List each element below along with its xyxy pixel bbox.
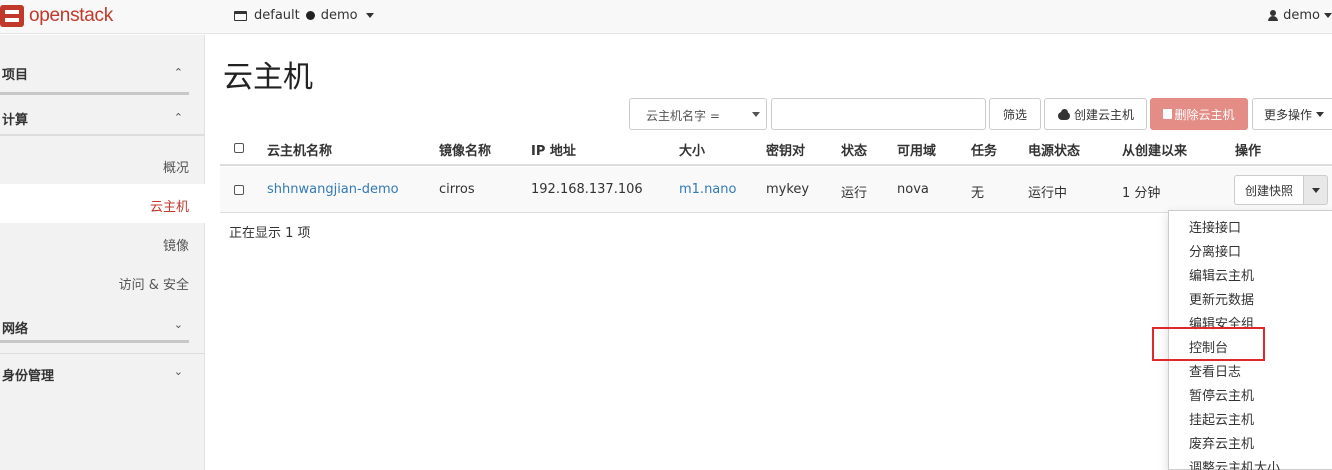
cloud-upload-icon <box>1057 108 1071 120</box>
keypair-cell: mykey <box>766 182 810 197</box>
domain-label: default <box>254 8 300 23</box>
status-cell: 运行 <box>841 186 868 201</box>
column-header[interactable]: 云主机名称 <box>267 140 332 159</box>
power-state-cell: 运行中 <box>1028 186 1068 201</box>
more-actions-button[interactable]: 更多操作 <box>1252 98 1332 130</box>
instance-name-link[interactable]: shhnwangjian-demo <box>267 182 399 197</box>
divider <box>0 353 205 354</box>
column-header[interactable]: 从创建以来 <box>1122 140 1187 159</box>
filter-field-label: 云主机名字 = <box>646 109 720 123</box>
column-header[interactable]: 任务 <box>971 140 997 159</box>
more-actions-label: 更多操作 <box>1264 107 1313 122</box>
separator-dot-icon <box>305 11 315 20</box>
row-actions-toggle[interactable] <box>1304 175 1328 205</box>
row-checkbox[interactable] <box>234 185 244 195</box>
user-name: demo <box>1283 8 1320 23</box>
brand[interactable]: openstack <box>0 4 113 28</box>
sidebar: 项目 ⌃ 计算 ⌃ 概况 云主机 镜像 访问 & 安全 网络 ⌄ 身份管理 ⌄ <box>0 35 205 470</box>
image-name-cell: cirros <box>439 182 475 197</box>
openstack-logo-icon <box>0 5 24 27</box>
chevron-down-icon <box>365 13 374 18</box>
row-action-group: 创建快照 <box>1234 175 1328 205</box>
sidebar-item-images[interactable]: 镜像 <box>0 223 205 262</box>
console-highlight-box <box>1152 327 1265 361</box>
select-all-checkbox[interactable] <box>234 143 244 153</box>
user-menu[interactable]: demo <box>1268 8 1332 23</box>
chevron-up-icon: ⌃ <box>173 66 183 79</box>
sidebar-section-label: 身份管理 <box>2 369 55 384</box>
table-row: shhnwangjian-demo cirros 192.168.137.106… <box>220 167 1332 213</box>
filter-button-label: 筛选 <box>1002 107 1027 122</box>
chevron-down-icon <box>1316 111 1325 117</box>
menu-item-resize-instance[interactable]: 调整云主机大小 <box>1189 457 1280 470</box>
chevron-up-icon: ⌃ <box>173 111 183 124</box>
column-header[interactable]: 大小 <box>679 140 705 159</box>
menu-item-suspend-instance[interactable]: 挂起云主机 <box>1189 409 1254 428</box>
sidebar-item-label: 概况 <box>162 161 189 176</box>
user-icon <box>1268 10 1279 21</box>
column-header[interactable]: IP 地址 <box>531 140 576 159</box>
column-header[interactable]: 镜像名称 <box>439 140 491 159</box>
divider <box>0 134 205 136</box>
create-snapshot-button[interactable]: 创建快照 <box>1234 175 1304 205</box>
delete-instances-label: 删除云主机 <box>1174 107 1235 122</box>
menu-item-edit-instance[interactable]: 编辑云主机 <box>1189 265 1254 284</box>
chevron-down-icon: ⌄ <box>173 318 183 331</box>
project-label: demo <box>320 8 358 23</box>
menu-item-update-metadata[interactable]: 更新元数据 <box>1189 289 1254 308</box>
chevron-down-icon <box>1311 187 1320 193</box>
column-header: 操作 <box>1235 144 1262 159</box>
menu-item-pause-instance[interactable]: 暂停云主机 <box>1189 385 1254 404</box>
page-title: 云主机 <box>223 60 313 95</box>
brand-name: openstack <box>29 5 113 26</box>
column-header[interactable]: 密钥对 <box>766 140 805 159</box>
column-header[interactable]: 状态 <box>841 140 867 159</box>
chevron-down-icon <box>1324 13 1332 18</box>
create-snapshot-label: 创建快照 <box>1244 183 1293 198</box>
menu-item-shelve-instance[interactable]: 废弃云主机 <box>1189 433 1254 452</box>
sidebar-section-label: 网络 <box>2 322 29 337</box>
sidebar-item-access-security[interactable]: 访问 & 安全 <box>0 262 205 301</box>
ip-address-cell: 192.168.137.106 <box>531 182 643 197</box>
sidebar-item-instances[interactable]: 云主机 <box>0 184 205 223</box>
chevron-down-icon <box>752 112 760 117</box>
menu-item-view-log[interactable]: 查看日志 <box>1189 361 1241 380</box>
flavor-link[interactable]: m1.nano <box>679 182 736 197</box>
filter-field-select[interactable]: 云主机名字 = <box>629 98 767 130</box>
delete-instances-button[interactable]: 删除云主机 <box>1150 98 1248 130</box>
sidebar-item-overview[interactable]: 概况 <box>0 145 205 184</box>
menu-item-attach-interface[interactable]: 连接接口 <box>1189 217 1241 236</box>
filter-button[interactable]: 筛选 <box>989 98 1041 130</box>
top-navbar: openstack default demo demo <box>0 0 1332 34</box>
availability-zone-cell: nova <box>897 182 929 197</box>
sidebar-item-label: 云主机 <box>149 200 189 215</box>
age-cell: 1 分钟 <box>1122 186 1161 201</box>
create-instance-button[interactable]: 创建云主机 <box>1044 98 1147 130</box>
table-header: 云主机名称 镜像名称 IP 地址 大小 密钥对 状态 可用域 任务 电源状态 从… <box>220 130 1332 166</box>
column-header[interactable]: 可用域 <box>897 140 936 159</box>
filter-input[interactable] <box>771 98 986 130</box>
task-cell: 无 <box>971 186 985 201</box>
project-icon <box>234 10 247 21</box>
sidebar-section-label: 项目 <box>2 68 29 83</box>
column-header[interactable]: 电源状态 <box>1028 140 1080 159</box>
sidebar-item-label: 访问 & 安全 <box>118 278 189 293</box>
divider <box>0 340 189 343</box>
divider <box>0 92 189 95</box>
menu-item-detach-interface[interactable]: 分离接口 <box>1189 241 1241 260</box>
project-switcher[interactable]: default demo <box>234 8 374 23</box>
trash-icon <box>1163 109 1173 119</box>
chevron-down-icon: ⌄ <box>173 365 183 378</box>
create-instance-label: 创建云主机 <box>1073 107 1134 122</box>
item-count: 正在显示 1 项 <box>229 226 311 241</box>
sidebar-item-label: 镜像 <box>162 239 189 254</box>
sidebar-section-label: 计算 <box>2 113 29 128</box>
